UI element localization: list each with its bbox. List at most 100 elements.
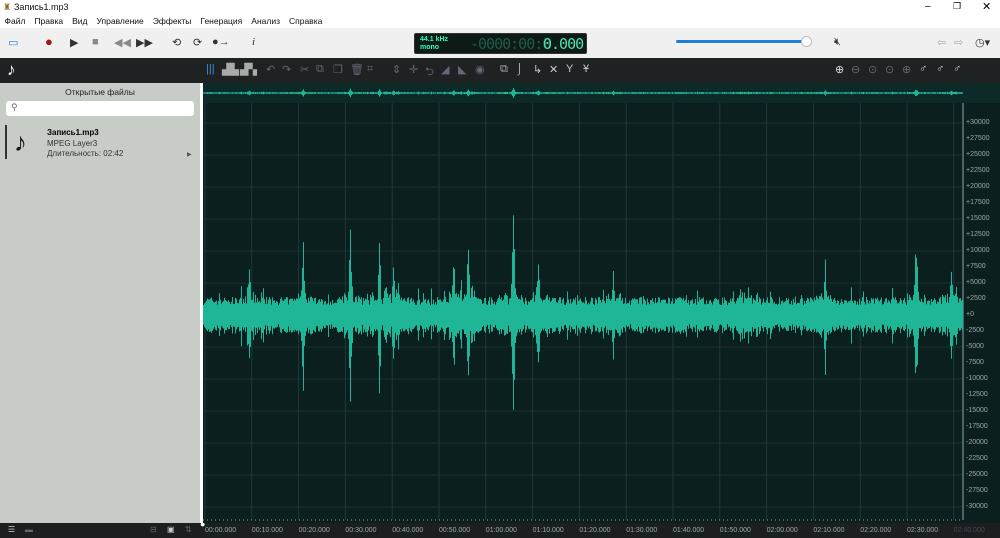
zoom-in-icon[interactable]: ⊕ [835, 63, 844, 76]
crossfade-icon[interactable]: ✕ [549, 63, 558, 76]
amplitude-label: +20000 [966, 183, 990, 190]
music-note-icon: ♪ [7, 60, 16, 79]
menu-help[interactable]: Справка [284, 14, 326, 28]
loop-icon[interactable]: ⟲ [172, 36, 181, 49]
file-list-item[interactable]: ♪ Запись1.mp3 MPEG Layer3 Длительность: … [5, 125, 200, 159]
vzoom-reset-icon[interactable]: ♂ [953, 63, 961, 75]
delete-icon[interactable]: 🗑︎ [350, 63, 364, 76]
waveform-view-icon[interactable]: ||| [206, 63, 215, 75]
channels: mono [420, 44, 440, 51]
close-button[interactable]: ✕ [982, 0, 991, 13]
menu-file[interactable]: Файл [0, 14, 30, 28]
follow-playback-icon[interactable]: ●→ [212, 36, 230, 48]
zoom-out-icon[interactable]: ⊖ [851, 63, 860, 76]
amplitude-label: -10000 [966, 375, 988, 382]
minimize-button[interactable]: – [925, 1, 931, 12]
mute-icon[interactable]: 🔇︎ [834, 36, 841, 49]
forward-icon[interactable]: ⇨ [954, 36, 963, 49]
zoom-all-icon[interactable]: ⊕ [902, 63, 911, 76]
file-name: Запись1.mp3 [47, 128, 99, 137]
fade-out-icon[interactable]: ◣ [458, 63, 466, 76]
expand-icon[interactable]: ▶ [187, 151, 192, 158]
loop-selection-icon[interactable]: ⟳ [193, 36, 202, 49]
fit-icon[interactable]: ⊟ [150, 525, 157, 534]
volume-slider-handle[interactable] [801, 36, 812, 47]
title-bar: ♜ Запись1.mp3 – ❐ ✕ [0, 0, 1000, 14]
overview-icon[interactable]: ▣ [167, 525, 175, 534]
list-view-icon[interactable]: ☰ [8, 525, 15, 534]
redo-icon[interactable]: ↷ [282, 63, 291, 76]
record-button[interactable]: ● [45, 34, 53, 49]
search-icon: ⚲ [11, 102, 18, 112]
amplitude-label: +12500 [966, 231, 990, 238]
menu-control[interactable]: Управление [92, 14, 148, 28]
crop-icon[interactable]: ⌗ [367, 63, 373, 76]
menu-view[interactable]: Вид [68, 14, 92, 28]
amplitude-label: -15000 [966, 407, 988, 414]
time-label: 01:20.000 [579, 527, 611, 534]
undo-icon[interactable]: ↶ [266, 63, 275, 76]
file-duration: Длительность: 02:42 [47, 149, 124, 158]
amplitude-label: +7500 [966, 263, 986, 270]
zoom-fit-icon[interactable]: ⊙ [868, 63, 877, 76]
volume-slider[interactable] [676, 40, 806, 43]
amplitude-label: -25000 [966, 471, 988, 478]
vzoom-in-icon[interactable]: ♂ [919, 63, 927, 75]
menu-edit[interactable]: Правка [30, 14, 68, 28]
time-label: 01:10.000 [532, 527, 564, 534]
time-label: 02:40.000 [953, 527, 985, 534]
amplitude-label: +25000 [966, 151, 990, 158]
rewind-button[interactable]: ◀◀ [114, 36, 131, 49]
vzoom-out-icon[interactable]: ♂ [936, 63, 944, 75]
time-leading: -0000:00:0 [470, 35, 551, 53]
snap-icon[interactable]: ⇅ [185, 525, 192, 534]
search-input[interactable]: ⚲ [6, 101, 194, 116]
normalize-icon[interactable]: ⇕ [392, 63, 401, 76]
copy-icon[interactable]: ⧉ [316, 63, 324, 76]
paste-icon[interactable]: ❐ [333, 63, 343, 76]
time-label: 02:00.000 [766, 527, 798, 534]
time-label: 01:00.000 [485, 527, 517, 534]
time-label: 01:50.000 [719, 527, 751, 534]
amplitude-label: +2500 [966, 295, 986, 302]
spectrogram-view-icon[interactable]: ▟▚ [240, 63, 257, 76]
history-icon[interactable]: ◷▾ [975, 36, 990, 49]
menu-generate[interactable]: Генерация [196, 14, 247, 28]
amplitude-label: +22500 [966, 167, 990, 174]
time-label: 00:00.000 [205, 527, 237, 534]
forward-button[interactable]: ▶▶ [136, 36, 153, 49]
time-label: 00:40.000 [392, 527, 424, 534]
info-icon[interactable]: i [252, 36, 255, 48]
play-button[interactable]: ▶ [70, 36, 78, 49]
back-icon[interactable]: ⇦ [937, 36, 946, 49]
amplitude-label: +0 [966, 311, 974, 318]
menu-effects[interactable]: Эффекты [148, 14, 196, 28]
amplitude-label: -2500 [966, 327, 984, 334]
amplitude-label: -17500 [966, 423, 988, 430]
curve-in-icon[interactable]: ⌡ [516, 63, 523, 75]
amplitude-label: -30000 [966, 503, 988, 510]
time-value: 0.000 [543, 35, 584, 53]
spectrum-view-icon[interactable]: ▟▙ [222, 63, 239, 76]
amplify-icon[interactable]: ✛ [409, 63, 418, 76]
waveform-area[interactable] [203, 83, 1000, 523]
curve-out-icon[interactable]: ↳ [533, 63, 542, 76]
silence-icon[interactable]: ◉ [475, 63, 485, 76]
grid-view-icon[interactable]: ▬ [25, 525, 33, 534]
waveform-canvas[interactable] [203, 83, 1000, 523]
stop-button[interactable]: ■ [92, 36, 99, 48]
fade-in-icon[interactable]: ◢ [441, 63, 449, 76]
maximize-button[interactable]: ❐ [953, 1, 961, 12]
time-label: 02:10.000 [813, 527, 845, 534]
cut-icon[interactable]: ✂ [300, 63, 309, 76]
reverse-icon[interactable]: ⮌ [425, 63, 434, 82]
amplitude-label: +30000 [966, 119, 990, 126]
mix-icon[interactable]: ⧉ [500, 63, 508, 76]
menu-analysis[interactable]: Анализ [247, 14, 285, 28]
split-icon[interactable]: Y [566, 63, 573, 75]
file-format: MPEG Layer3 [47, 139, 98, 148]
amplitude-label: -12500 [966, 391, 988, 398]
panel-toggle-icon[interactable]: ▭ [8, 36, 18, 49]
merge-icon[interactable]: Ұ [583, 63, 589, 75]
zoom-selection-icon[interactable]: ⊙ [885, 63, 894, 76]
